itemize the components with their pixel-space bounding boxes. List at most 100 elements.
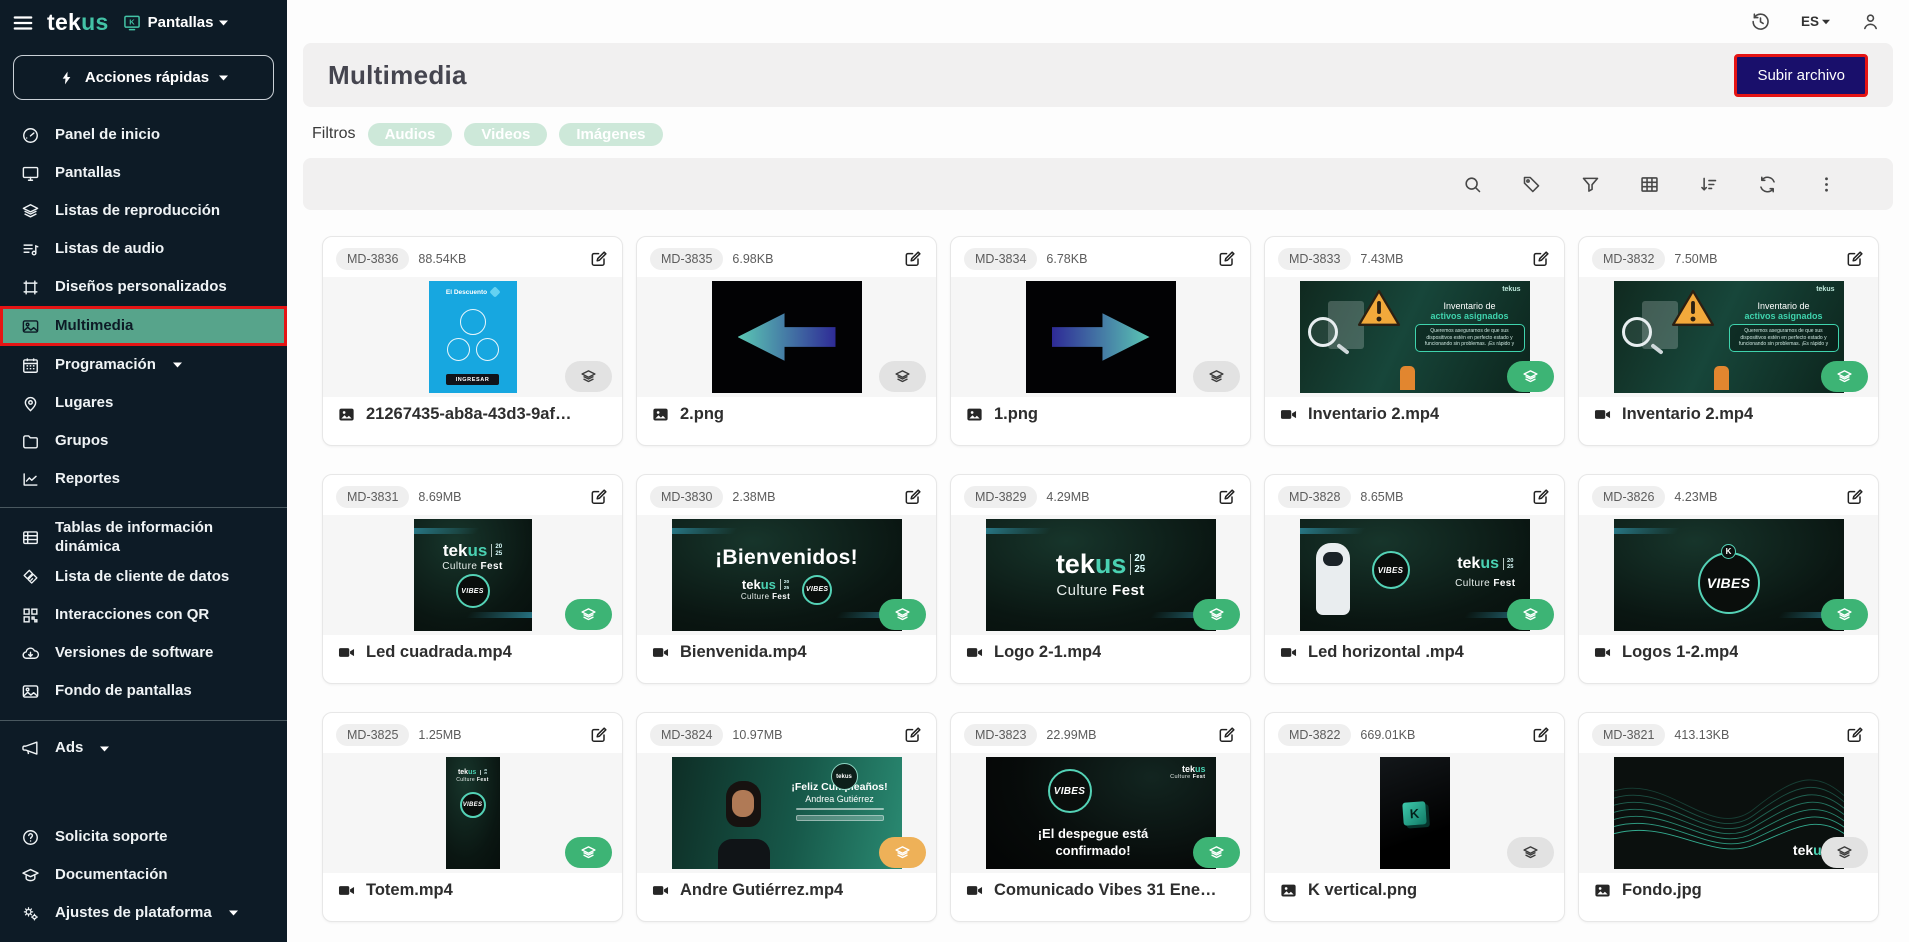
edit-icon[interactable] bbox=[1531, 487, 1551, 507]
kebab-icon[interactable] bbox=[1816, 174, 1837, 195]
playlist-usage-badge[interactable] bbox=[1821, 361, 1868, 392]
sidebar-item-versiones-de-software[interactable]: Versiones de software bbox=[0, 635, 287, 673]
playlist-usage-badge[interactable] bbox=[565, 837, 612, 868]
playlist-usage-badge[interactable] bbox=[1507, 599, 1554, 630]
sidebar-item-listas-de-reproduccion[interactable]: Listas de reproducción bbox=[0, 192, 287, 230]
sidebar-item-grupos[interactable]: Grupos bbox=[0, 422, 287, 460]
media-card[interactable]: MD-38294.29MBtekus2025Culture FestLogo 2… bbox=[950, 474, 1251, 684]
playlist-usage-badge[interactable] bbox=[1193, 361, 1240, 392]
language-selector[interactable]: ES bbox=[1801, 14, 1830, 29]
logo-part-1: tek bbox=[47, 9, 81, 35]
sidebar-item-solicita-soporte[interactable]: Solicita soporte bbox=[0, 818, 287, 856]
media-card[interactable]: MD-38346.78KB1.png bbox=[950, 236, 1251, 446]
sidebar-item-tablas-de-informacion-dinamica[interactable]: Tablas de información dinámica bbox=[0, 517, 287, 559]
media-card[interactable]: MD-38302.38MB¡Bienvenidos!tekus2025Cultu… bbox=[636, 474, 937, 684]
playlist-usage-badge[interactable] bbox=[1193, 599, 1240, 630]
card-header: MD-38288.65MB bbox=[1265, 475, 1564, 515]
sidebar-item-lista-de-cliente-de-datos[interactable]: Lista de cliente de datos bbox=[0, 559, 287, 597]
edit-icon[interactable] bbox=[1217, 249, 1237, 269]
tag-icon[interactable] bbox=[1521, 174, 1542, 195]
sidebar-item-ajustes-de-plataforma[interactable]: Ajustes de plataforma bbox=[0, 894, 287, 932]
sidebar-item-label: Ads bbox=[55, 739, 83, 758]
sidebar-item-ads[interactable]: Ads bbox=[0, 730, 287, 768]
media-card[interactable]: MD-38318.69MBtekus2025Culture FestVIBESL… bbox=[322, 474, 623, 684]
media-thumbnail bbox=[951, 277, 1250, 397]
playlist-usage-badge[interactable] bbox=[879, 599, 926, 630]
playlist-usage-badge[interactable] bbox=[565, 599, 612, 630]
playlist-usage-badge[interactable] bbox=[1193, 837, 1240, 868]
edit-icon[interactable] bbox=[589, 487, 609, 507]
filter-chip-audios[interactable]: Audios bbox=[368, 123, 453, 146]
edit-icon[interactable] bbox=[1845, 249, 1865, 269]
sidebar-item-panel-de-inicio[interactable]: Panel de inicio bbox=[0, 116, 287, 154]
playlist-usage-badge[interactable] bbox=[1821, 599, 1868, 630]
sidebar-divider bbox=[0, 507, 287, 508]
edit-icon[interactable] bbox=[903, 249, 923, 269]
sort-icon[interactable] bbox=[1698, 174, 1719, 195]
layers-badge-icon bbox=[1836, 606, 1853, 623]
media-card[interactable]: MD-38288.65MBVIBEStekus2025Culture FestL… bbox=[1264, 474, 1565, 684]
sidebar-item-multimedia[interactable]: Multimedia bbox=[0, 306, 287, 346]
media-card[interactable]: MD-38251.25MBtekus2025Culture FestVIBEST… bbox=[322, 712, 623, 922]
edit-icon[interactable] bbox=[1217, 487, 1237, 507]
upload-button[interactable]: Subir archivo bbox=[1734, 54, 1868, 97]
hamburger-menu-icon[interactable] bbox=[12, 12, 34, 34]
edit-icon[interactable] bbox=[1531, 725, 1551, 745]
card-footer: Bienvenida.mp4 bbox=[637, 635, 936, 670]
sync-icon[interactable] bbox=[1757, 174, 1778, 195]
sidebar-item-programacion[interactable]: Programación bbox=[0, 346, 287, 384]
layers-badge-icon bbox=[1836, 368, 1853, 385]
playlist-usage-badge[interactable] bbox=[565, 361, 612, 392]
quick-actions-button[interactable]: Acciones rápidas bbox=[13, 55, 274, 100]
edit-icon[interactable] bbox=[1217, 725, 1237, 745]
filter-chip-videos[interactable]: Videos bbox=[464, 123, 547, 146]
edit-icon[interactable] bbox=[1845, 487, 1865, 507]
history-icon[interactable] bbox=[1750, 11, 1771, 32]
card-footer: K vertical.png bbox=[1265, 873, 1564, 908]
sidebar-item-fondo-de-pantallas[interactable]: Fondo de pantallas bbox=[0, 673, 287, 711]
edit-icon[interactable] bbox=[903, 487, 923, 507]
image-file-icon bbox=[1279, 881, 1298, 900]
playlist-usage-badge[interactable] bbox=[1507, 837, 1554, 868]
media-card[interactable]: MD-382410.97MBtekus¡Feliz Cumpleaños!And… bbox=[636, 712, 937, 922]
edit-icon[interactable] bbox=[1845, 725, 1865, 745]
filter-chip-imagenes[interactable]: Imágenes bbox=[559, 123, 662, 146]
media-card[interactable]: MD-38356.98KB2.png bbox=[636, 236, 937, 446]
media-card[interactable]: MD-382322.99MBtekusCulture FestVIBES¡El … bbox=[950, 712, 1251, 922]
media-card[interactable]: MD-38264.23MBKVIBESLogos 1-2.mp4 bbox=[1578, 474, 1879, 684]
edit-icon[interactable] bbox=[589, 249, 609, 269]
search-icon[interactable] bbox=[1462, 174, 1483, 195]
sidebar-item-lugares[interactable]: Lugares bbox=[0, 384, 287, 422]
sidebar-item-documentacion[interactable]: Documentación bbox=[0, 856, 287, 894]
context-switcher[interactable]: K Pantallas bbox=[122, 13, 229, 33]
sidebar-item-disenos-personalizados[interactable]: Diseños personalizados bbox=[0, 268, 287, 306]
media-filename: 21267435-ab8a-43d3-9af… bbox=[366, 405, 571, 424]
topbar: ES bbox=[287, 0, 1909, 43]
playlist-usage-badge[interactable] bbox=[1507, 361, 1554, 392]
sidebar-item-listas-de-audio[interactable]: Listas de audio bbox=[0, 230, 287, 268]
edit-icon[interactable] bbox=[589, 725, 609, 745]
playlist-usage-badge[interactable] bbox=[1821, 837, 1868, 868]
media-card[interactable]: MD-3822669.01KBKK vertical.png bbox=[1264, 712, 1565, 922]
edit-icon[interactable] bbox=[1531, 249, 1551, 269]
sidebar-item-interacciones-con-qr[interactable]: Interacciones con QR bbox=[0, 597, 287, 635]
media-card[interactable]: MD-3821413.13KBtekusFondo.jpg bbox=[1578, 712, 1879, 922]
media-filename: Inventario 2.mp4 bbox=[1622, 405, 1753, 424]
sidebar-item-reportes[interactable]: Reportes bbox=[0, 460, 287, 498]
media-id-badge: MD-3829 bbox=[964, 486, 1037, 508]
playlist-usage-badge[interactable] bbox=[879, 361, 926, 392]
edit-icon[interactable] bbox=[903, 725, 923, 745]
media-card[interactable]: MD-383688.54KBEl DescuentoINGRESAR212674… bbox=[322, 236, 623, 446]
layers-badge-icon bbox=[1836, 844, 1853, 861]
playlist-usage-badge[interactable] bbox=[879, 837, 926, 868]
chevron-down-icon bbox=[173, 362, 182, 368]
user-icon[interactable] bbox=[1860, 11, 1881, 32]
media-card[interactable]: MD-38327.50MBtekusInventario deactivos a… bbox=[1578, 236, 1879, 446]
funnel-icon[interactable] bbox=[1580, 174, 1601, 195]
sidebar-item-pantallas[interactable]: Pantallas bbox=[0, 154, 287, 192]
media-thumbnail: tekus¡Feliz Cumpleaños!Andrea Gutiérrez bbox=[637, 753, 936, 873]
chevron-down-icon bbox=[100, 746, 109, 752]
media-card[interactable]: MD-38337.43MBtekusInventario deactivos a… bbox=[1264, 236, 1565, 446]
grid-table-icon[interactable] bbox=[1639, 174, 1660, 195]
image-file-icon bbox=[1593, 881, 1612, 900]
